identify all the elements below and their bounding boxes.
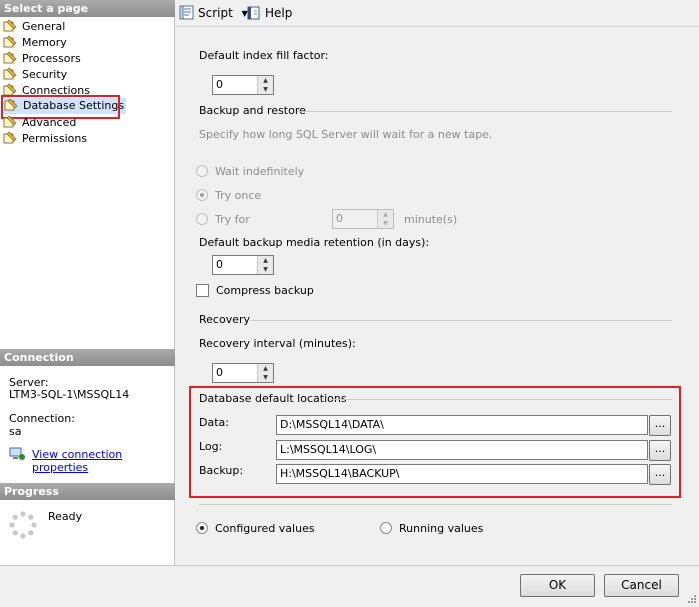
toolbar: Script ▼ Help xyxy=(176,0,699,27)
page-item-processors[interactable]: Processors xyxy=(3,51,81,67)
data-label: Data: xyxy=(199,416,229,429)
configured-values-label: Configured values xyxy=(215,522,315,535)
script-label: Script xyxy=(198,6,233,20)
log-browse-button[interactable]: ... xyxy=(649,440,671,461)
backup-path-input[interactable]: H:\MSSQL14\BACKUP\ xyxy=(276,464,648,484)
connection-label: Connection: xyxy=(9,412,75,425)
backup-description: Specify how long SQL Server will wait fo… xyxy=(199,128,493,141)
spinner-value: 0 xyxy=(216,366,223,379)
spin-up-icon[interactable]: ▲ xyxy=(378,210,393,219)
wait-indefinitely-radio[interactable] xyxy=(196,165,208,177)
page-item-memory[interactable]: Memory xyxy=(3,35,67,51)
page-item-label: Permissions xyxy=(22,132,88,145)
spinner-value: 0 xyxy=(336,212,343,225)
spin-up-icon[interactable]: ▲ xyxy=(258,76,273,85)
wait-indefinitely-label: Wait indefinitely xyxy=(215,165,305,178)
page-item-label: Memory xyxy=(22,36,67,49)
server-value: LTM3-SQL-1\MSSQL14 xyxy=(9,388,130,401)
spin-down-icon[interactable]: ▼ xyxy=(258,373,273,382)
connection-header: Connection xyxy=(0,349,175,366)
locations-group-label: Database default locations xyxy=(199,392,347,405)
left-pane: Select a page General Memory Processors … xyxy=(0,0,175,565)
try-once-label: Try once xyxy=(215,189,262,202)
spin-down-icon[interactable]: ▼ xyxy=(258,265,273,274)
spin-down-icon[interactable]: ▼ xyxy=(258,85,273,94)
page-wrench-icon xyxy=(3,131,18,144)
script-button[interactable]: Script ▼ xyxy=(179,5,248,21)
retention-spinner[interactable]: 0 ▲ ▼ xyxy=(212,255,274,275)
recovery-interval-label: Recovery interval (minutes): xyxy=(199,337,356,350)
recovery-group-label: Recovery xyxy=(199,313,251,326)
spin-down-icon[interactable]: ▼ xyxy=(378,219,393,228)
log-path-input[interactable]: L:\MSSQL14\LOG\ xyxy=(276,440,648,460)
help-label: Help xyxy=(265,6,293,20)
spin-up-icon[interactable]: ▲ xyxy=(258,256,273,265)
spin-up-icon[interactable]: ▲ xyxy=(258,364,273,373)
page-wrench-icon xyxy=(3,115,18,128)
resize-grip-icon[interactable] xyxy=(686,593,697,604)
select-page-header: Select a page xyxy=(0,0,175,17)
page-item-label: Processors xyxy=(22,52,81,65)
page-item-advanced[interactable]: Advanced xyxy=(3,115,76,131)
script-icon xyxy=(179,5,195,24)
cancel-button[interactable]: Cancel xyxy=(604,574,679,597)
page-item-security[interactable]: Security xyxy=(3,67,67,83)
page-wrench-icon xyxy=(3,51,18,64)
running-values-label: Running values xyxy=(399,522,484,535)
data-browse-button[interactable]: ... xyxy=(649,415,671,436)
fill-factor-label: Default index fill factor: xyxy=(199,49,329,62)
compress-backup-checkbox[interactable] xyxy=(196,284,209,297)
minutes-label: minute(s) xyxy=(404,213,458,226)
page-item-label: General xyxy=(22,20,66,33)
data-path-input[interactable]: D:\MSSQL14\DATA\ xyxy=(276,415,648,435)
try-for-spinner[interactable]: 0 ▲ ▼ xyxy=(332,209,394,229)
backup-label: Backup: xyxy=(199,464,244,477)
spinner-value: 0 xyxy=(216,258,223,271)
fill-factor-spinner[interactable]: 0 ▲ ▼ xyxy=(212,75,274,95)
help-button[interactable]: Help xyxy=(247,5,292,21)
retention-label: Default backup media retention (in days)… xyxy=(199,236,430,249)
page-wrench-icon xyxy=(3,67,18,80)
configured-values-radio[interactable] xyxy=(196,522,208,534)
view-connection-properties-link[interactable]: View connection properties xyxy=(32,448,174,474)
recovery-interval-spinner[interactable]: 0 ▲ ▼ xyxy=(212,363,274,383)
page-wrench-icon xyxy=(3,19,18,32)
progress-spinner-icon xyxy=(8,510,38,540)
try-once-radio[interactable] xyxy=(196,189,208,201)
ok-button[interactable]: OK xyxy=(520,574,595,597)
spinner-value: 0 xyxy=(216,78,223,91)
footer-divider xyxy=(0,565,699,566)
log-label: Log: xyxy=(199,440,223,453)
connection-value: sa xyxy=(9,425,22,438)
group-divider xyxy=(330,399,672,400)
page-item-label: Advanced xyxy=(22,116,77,129)
settings-panel: Default index fill factor: 0 ▲ ▼ Backup a… xyxy=(176,27,696,565)
connection-properties-icon xyxy=(9,447,26,461)
page-item-label: Security xyxy=(22,68,68,81)
backup-restore-group-label: Backup and restore xyxy=(199,104,306,117)
page-wrench-icon xyxy=(3,35,18,48)
page-item-permissions[interactable]: Permissions xyxy=(3,131,87,147)
try-for-radio[interactable] xyxy=(196,213,208,225)
compress-backup-label: Compress backup xyxy=(216,284,314,297)
progress-status: Ready xyxy=(48,510,83,523)
backup-browse-button[interactable]: ... xyxy=(649,464,671,485)
group-divider xyxy=(199,504,672,505)
page-item-general[interactable]: General xyxy=(3,19,65,35)
try-for-label: Try for xyxy=(215,213,250,226)
group-divider xyxy=(297,111,672,112)
progress-header: Progress xyxy=(0,483,175,500)
group-divider xyxy=(251,320,672,321)
help-icon xyxy=(247,5,262,24)
running-values-radio[interactable] xyxy=(380,522,392,534)
